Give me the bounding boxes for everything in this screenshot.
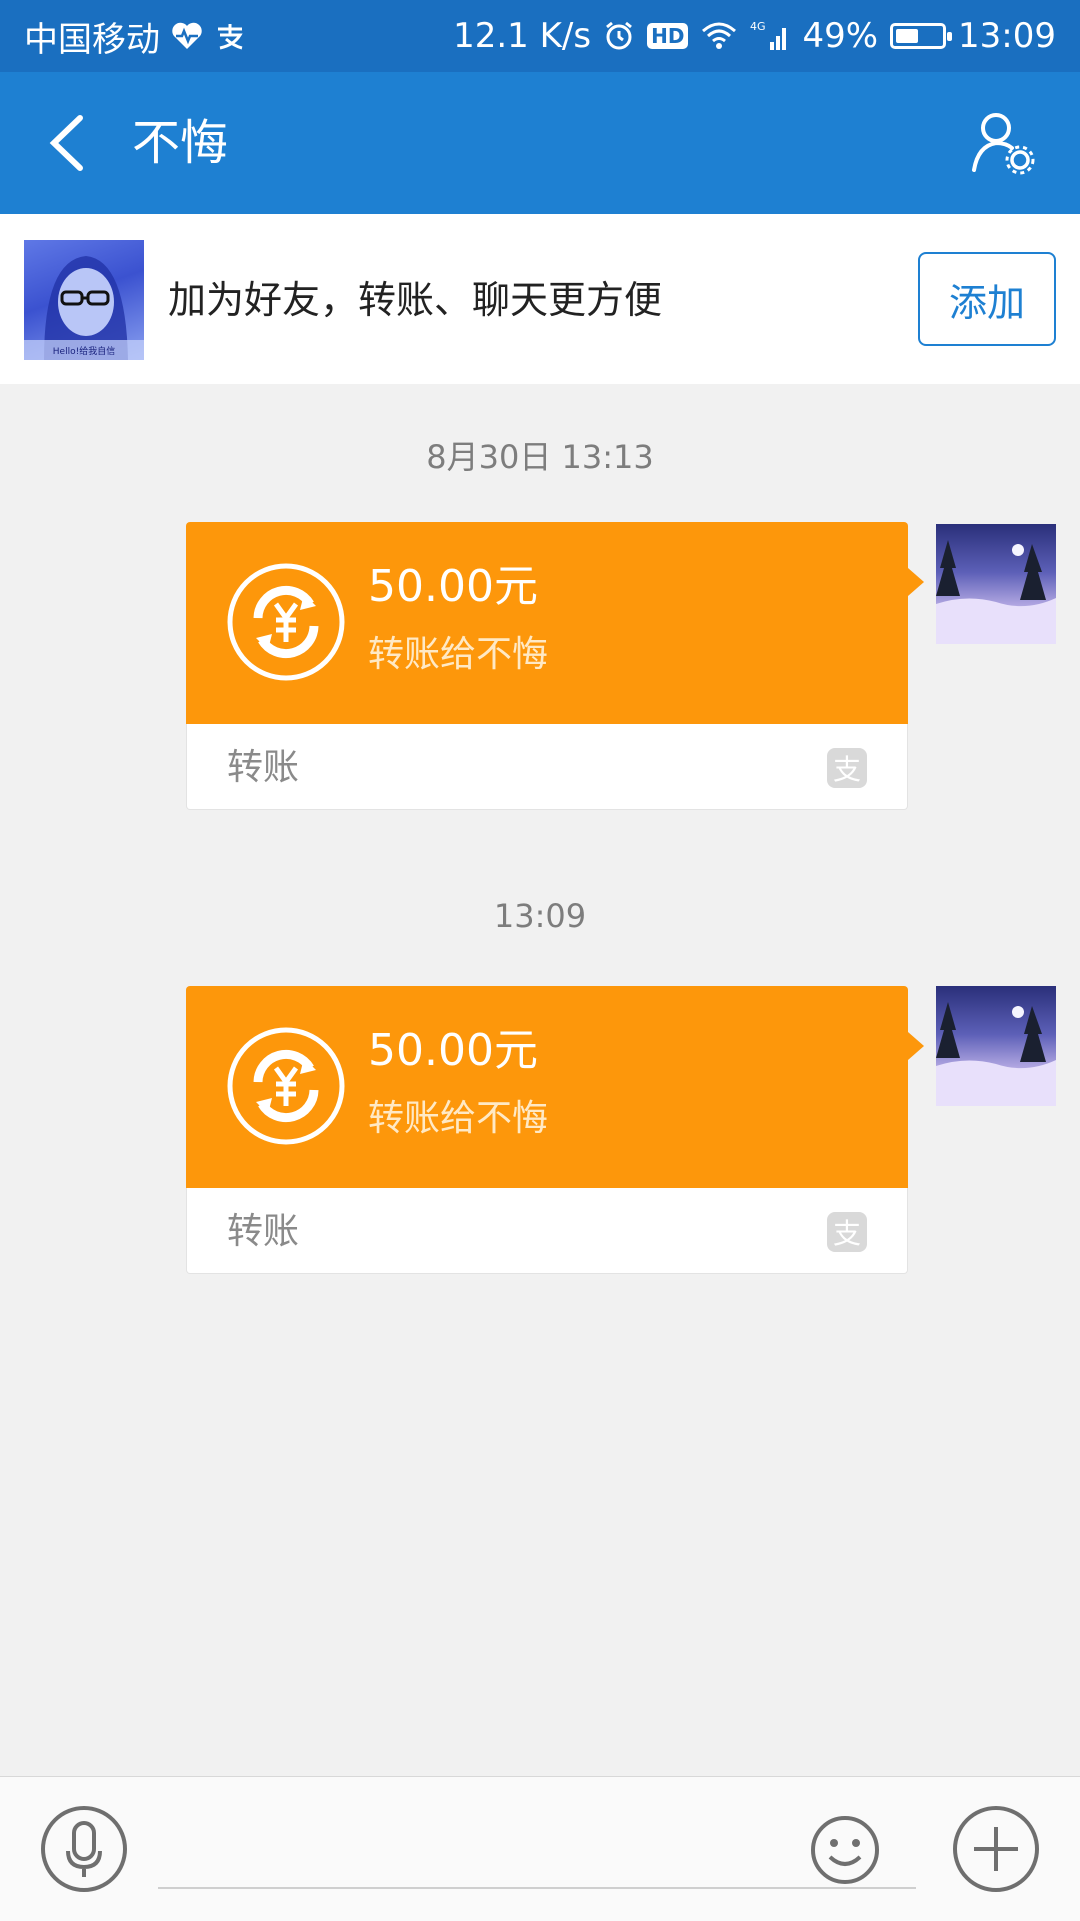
clock: 13:09 bbox=[958, 16, 1056, 56]
input-bar bbox=[0, 1776, 1080, 1921]
transfer-amount: 50.00元 bbox=[368, 561, 538, 612]
emoji-icon bbox=[811, 1816, 879, 1884]
battery-icon bbox=[890, 23, 953, 49]
status-bar: 中国移动 12.1 K/s HD 4G 49% 13:09 bbox=[0, 0, 1080, 72]
page-title: 不悔 bbox=[132, 115, 229, 171]
alarm-icon bbox=[603, 20, 635, 52]
friend-avatar[interactable]: Hello!给我自信 bbox=[24, 240, 144, 360]
my-avatar[interactable] bbox=[936, 986, 1056, 1106]
transfer-card-body[interactable]: 50.00元 转账给不悔 bbox=[186, 986, 924, 1188]
back-arrow-icon bbox=[49, 115, 83, 171]
wifi-icon bbox=[700, 21, 738, 51]
transfer-amount: 50.00元 bbox=[368, 1025, 538, 1076]
my-avatar[interactable] bbox=[936, 524, 1056, 644]
transfer-recipient: 转账给不悔 bbox=[368, 634, 549, 675]
hd-icon: HD bbox=[647, 23, 689, 49]
profile-settings-button[interactable] bbox=[970, 108, 1040, 178]
avatar-caption: Hello!给我自信 bbox=[53, 345, 115, 357]
carrier-name: 中国移动 bbox=[24, 19, 160, 60]
net-speed: 12.1 K/s bbox=[453, 16, 592, 56]
add-friend-button[interactable]: 添加 bbox=[918, 252, 1056, 346]
alipay-icon bbox=[214, 21, 246, 51]
user-settings-icon bbox=[972, 113, 1035, 175]
transfer-card-footer: 转账 支 bbox=[186, 724, 908, 810]
voice-button[interactable] bbox=[40, 1805, 128, 1893]
signal-icon: 4G bbox=[750, 20, 790, 52]
message-timestamp: 8月30日 13:13 bbox=[426, 438, 654, 476]
battery-fill bbox=[896, 29, 919, 43]
alipay-logo-icon: 支 bbox=[827, 748, 867, 788]
microphone-icon bbox=[41, 1806, 127, 1892]
alipay-logo-icon: 支 bbox=[827, 1212, 867, 1252]
heart-pulse-icon bbox=[170, 21, 204, 51]
battery-percent: 49% bbox=[802, 16, 879, 56]
transfer-recipient: 转账给不悔 bbox=[368, 1098, 549, 1139]
message-input[interactable] bbox=[158, 1817, 916, 1889]
transfer-card-footer: 转账 支 bbox=[186, 1188, 908, 1274]
network-type-label: 4G bbox=[750, 20, 766, 33]
transfer-type-label: 转账 bbox=[227, 1211, 300, 1252]
transfer-card[interactable]: 50.00元 转账给不悔 转账 支 bbox=[186, 522, 924, 810]
transfer-yuan-icon bbox=[227, 563, 345, 681]
transfer-type-label: 转账 bbox=[227, 747, 300, 788]
add-friend-hint: 加为好友，转账、聊天更方便 bbox=[168, 278, 663, 322]
transfer-yuan-icon bbox=[227, 1027, 345, 1145]
message-timestamp: 13:09 bbox=[493, 897, 587, 935]
transfer-card-body[interactable]: 50.00元 转账给不悔 bbox=[186, 522, 924, 724]
transfer-card[interactable]: 50.00元 转账给不悔 转账 支 bbox=[186, 986, 924, 1274]
emoji-button[interactable] bbox=[810, 1815, 880, 1885]
title-bar: 不悔 bbox=[0, 72, 1080, 214]
plus-icon bbox=[953, 1806, 1039, 1892]
add-friend-banner: Hello!给我自信 加为好友，转账、聊天更方便 添加 bbox=[0, 214, 1080, 384]
back-button[interactable] bbox=[40, 110, 100, 176]
more-actions-button[interactable] bbox=[952, 1805, 1040, 1893]
